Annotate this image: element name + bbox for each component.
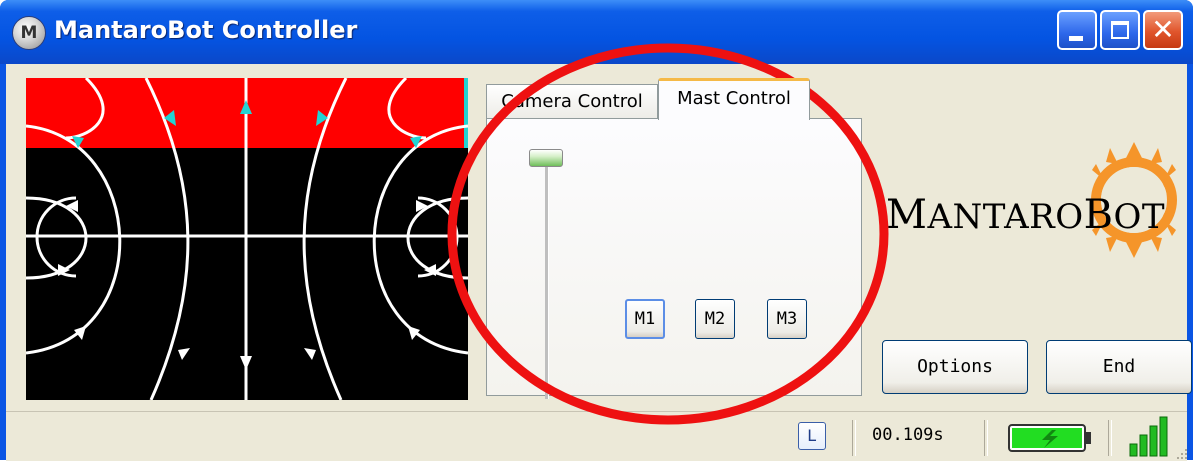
- maximize-icon: [1111, 21, 1129, 39]
- arrow-down-icon: [240, 356, 252, 370]
- app-logo-icon[interactable]: M: [12, 16, 46, 50]
- arrow-icon: [178, 348, 190, 360]
- cyan-edge: [464, 78, 468, 148]
- options-button[interactable]: Options: [882, 340, 1028, 394]
- close-button[interactable]: ✕: [1143, 10, 1183, 50]
- client-area: Camera Control Mast Control M1 M2 M3 MAN…: [6, 64, 1192, 411]
- minimize-icon: [1069, 36, 1083, 41]
- battery-charging-icon: [1008, 424, 1091, 452]
- logo-text-antaro: ANTARO: [927, 197, 1084, 237]
- resize-grip-icon[interactable]: [1176, 448, 1188, 460]
- field-line: [26, 124, 122, 355]
- mast-control-panel: M1 M2 M3: [486, 118, 862, 399]
- mantarobot-logo: MANTAROBOT: [886, 124, 1186, 284]
- field-line: [372, 124, 468, 355]
- end-button[interactable]: End: [1046, 340, 1192, 394]
- signal-bar: [1129, 443, 1138, 457]
- maximize-button[interactable]: [1100, 10, 1140, 50]
- latency-timer: 00.109s: [872, 425, 944, 445]
- mast-preset-m2-button[interactable]: M2: [695, 299, 735, 339]
- tab-mast-control[interactable]: Mast Control: [658, 78, 810, 120]
- status-separator: [852, 420, 856, 456]
- logo-wordmark: MANTAROBOT: [886, 192, 1165, 238]
- mode-badge[interactable]: L: [798, 422, 826, 450]
- signal-strength-icon: [1129, 416, 1168, 457]
- status-separator: [1108, 420, 1112, 456]
- tab-camera-control[interactable]: Camera Control: [486, 84, 658, 120]
- window-title: MantaroBot Controller: [54, 16, 358, 44]
- status-bar: L 00.109s: [6, 411, 1187, 461]
- mast-preset-m1-button[interactable]: M1: [625, 299, 665, 339]
- logo-letter-b: B: [1083, 192, 1114, 238]
- drive-field-visualization[interactable]: [26, 78, 468, 400]
- app-icon-letter: M: [20, 23, 38, 43]
- control-tabs: Camera Control Mast Control M1 M2 M3: [486, 78, 870, 406]
- signal-bar: [1159, 416, 1168, 457]
- mast-height-slider-thumb[interactable]: [529, 149, 563, 167]
- arrow-icon: [304, 348, 316, 360]
- close-icon: ✕: [1151, 13, 1175, 46]
- logo-letter-m: M: [886, 192, 928, 238]
- mast-height-slider-track[interactable]: [545, 159, 549, 399]
- field-lines-graphic: [26, 78, 468, 400]
- mast-preset-m3-button[interactable]: M3: [767, 299, 807, 339]
- status-separator: [984, 420, 988, 456]
- signal-bar: [1149, 425, 1158, 457]
- minimize-button[interactable]: [1057, 10, 1097, 50]
- signal-bar: [1139, 434, 1148, 457]
- logo-text-ot: OT: [1113, 197, 1166, 237]
- title-bar[interactable]: M MantaroBot Controller ✕: [0, 0, 1193, 64]
